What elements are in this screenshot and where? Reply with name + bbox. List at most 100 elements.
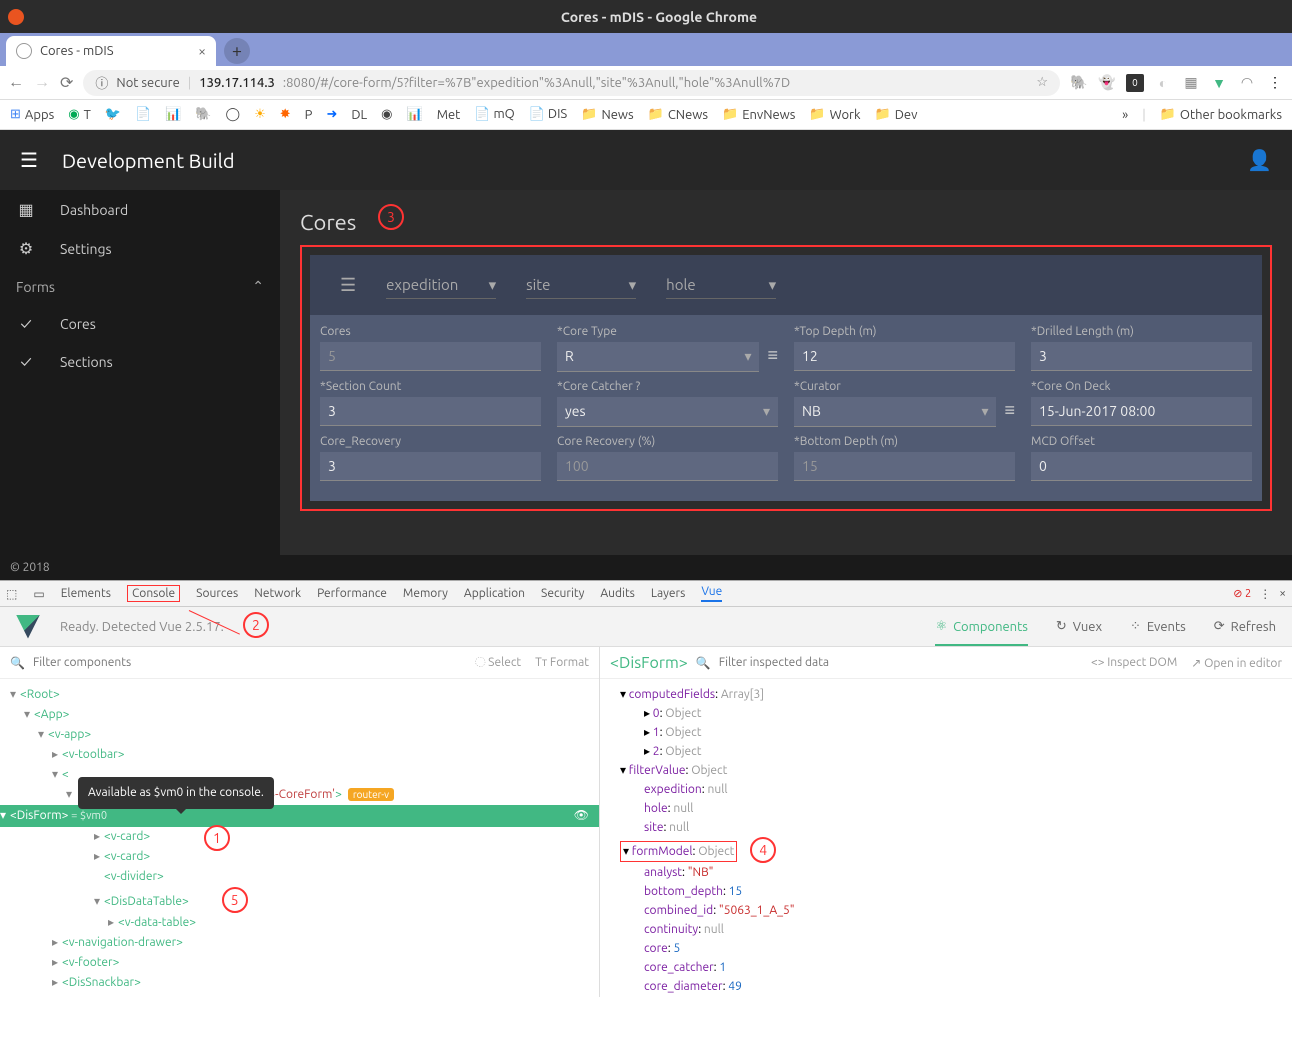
other-bookmarks[interactable]: 📁 Other bookmarks <box>1160 107 1282 122</box>
bookmark-item[interactable]: ◉ T <box>68 107 91 122</box>
sidebar-section-forms[interactable]: Forms ⌃ <box>0 268 280 305</box>
filter-hole[interactable]: hole▾ <box>666 272 776 299</box>
bookmark-item[interactable]: DL <box>351 108 367 122</box>
user-icon[interactable]: 👤 <box>1247 148 1272 172</box>
back-button[interactable]: ← <box>8 73 24 92</box>
bookmark-item[interactable]: P <box>305 108 313 122</box>
curator-select[interactable]: NB▾ <box>794 397 996 427</box>
tab-application[interactable]: Application <box>464 587 525 600</box>
annotation-4: 4 <box>750 837 776 863</box>
tab-close-icon[interactable]: × <box>198 43 206 59</box>
bookmark-item[interactable]: ☀ <box>254 107 266 122</box>
component-tree[interactable]: ▾<Root> ▾<App> ▾<v-app> ▸<v-toolbar> ▾< … <box>0 679 599 997</box>
section-count-input[interactable] <box>320 397 541 426</box>
inspect-icon[interactable]: ⬚ <box>6 587 17 601</box>
device-icon[interactable]: ▭ <box>33 587 44 601</box>
filter-icon[interactable]: ☰ <box>340 275 356 296</box>
devtools-menu-icon[interactable]: ⋮ <box>1259 587 1271 601</box>
reload-button[interactable]: ⟳ <box>60 73 73 92</box>
tab-elements[interactable]: Elements <box>61 587 111 600</box>
tab-sources[interactable]: Sources <box>196 587 238 600</box>
bookmark-item[interactable]: 📊 <box>165 107 181 122</box>
bookmark-item[interactable]: 🐦 <box>105 107 121 122</box>
sidebar-item-settings[interactable]: ⚙ Settings <box>0 229 280 268</box>
window-close-button[interactable] <box>8 9 24 25</box>
address-bar[interactable]: ⓘ Not secure | 139.17.114.3:8080/#/core-… <box>83 70 1060 96</box>
vue-tab-events[interactable]: ⁘Events <box>1130 619 1186 634</box>
tab-network[interactable]: Network <box>254 587 301 600</box>
menu-icon[interactable]: ⋮ <box>1266 74 1284 92</box>
select-button[interactable]: ◌ Select <box>475 656 521 669</box>
ext-icon[interactable]: 🐘 <box>1070 74 1088 92</box>
core-recovery-input[interactable] <box>320 452 541 481</box>
devtools-close-icon[interactable]: × <box>1279 587 1286 600</box>
bookmark-item[interactable]: ➜ <box>326 107 337 122</box>
ext-icon[interactable]: 0 <box>1126 74 1144 92</box>
top-depth-input[interactable] <box>794 342 1015 371</box>
bookmark-item[interactable]: ◯ <box>226 107 241 122</box>
sidebar-item-dashboard[interactable]: ▦ Dashboard <box>0 190 280 229</box>
menu-icon[interactable]: ☰ <box>20 148 38 172</box>
vue-tab-components[interactable]: ⚛Components <box>935 619 1027 646</box>
core-on-deck-input[interactable] <box>1031 397 1252 426</box>
mcd-offset-input[interactable] <box>1031 452 1252 481</box>
browser-tab[interactable]: Cores - mDIS × <box>6 36 216 66</box>
ext-icon[interactable]: ◐ <box>1154 74 1172 92</box>
new-tab-button[interactable]: + <box>224 38 250 64</box>
bookmark-item[interactable]: 🐘 <box>195 107 211 122</box>
list-icon[interactable]: ≡ <box>1004 400 1015 427</box>
tab-layers[interactable]: Layers <box>651 587 685 600</box>
bookmark-item[interactable]: ✸ <box>280 107 291 122</box>
bottom-depth-input[interactable] <box>794 452 1015 481</box>
error-count[interactable]: ⊘ 2 <box>1233 587 1251 600</box>
bookmark-item[interactable]: Met <box>437 108 461 122</box>
filter-data-input[interactable] <box>719 656 1083 669</box>
filter-site[interactable]: site▾ <box>526 272 636 299</box>
vue-tab-vuex[interactable]: ↻Vuex <box>1056 619 1102 634</box>
bookmark-folder[interactable]: 📁 CNews <box>648 107 708 122</box>
star-icon[interactable]: ☆ <box>1036 75 1048 90</box>
tab-vue[interactable]: Vue <box>701 585 722 602</box>
bookmark-item[interactable]: 📄 DIS <box>529 107 567 122</box>
info-icon[interactable]: ⓘ <box>95 73 108 92</box>
cores-input[interactable] <box>320 342 541 371</box>
check-icon: ✓ <box>16 353 36 371</box>
bookmark-item[interactable]: 📊 <box>407 107 423 122</box>
bookmark-overflow[interactable]: » <box>1122 108 1128 122</box>
list-icon[interactable]: ≡ <box>767 345 778 372</box>
tab-security[interactable]: Security <box>541 587 584 600</box>
bookmark-folder[interactable]: 📁 Dev <box>875 107 918 122</box>
open-editor-button[interactable]: ↗ Open in editor <box>1191 656 1282 670</box>
ext-icon[interactable]: ◠ <box>1238 74 1256 92</box>
drilled-length-input[interactable] <box>1031 342 1252 371</box>
ext-icon[interactable]: ▦ <box>1182 74 1200 92</box>
tab-console[interactable]: Console <box>127 585 180 602</box>
format-button[interactable]: Tт Format <box>535 656 589 669</box>
tab-memory[interactable]: Memory <box>403 587 448 600</box>
apps-button[interactable]: ⊞ Apps <box>10 107 54 122</box>
sidebar-item-sections[interactable]: ✓ Sections <box>0 343 280 381</box>
inspect-dom-button[interactable]: <> Inspect DOM <box>1091 656 1177 670</box>
component-data[interactable]: ▾ computedFields: Array[3] ▸ 0: Object ▸… <box>600 679 1292 997</box>
sidebar-item-cores[interactable]: ✓ Cores <box>0 305 280 343</box>
bookmark-item[interactable]: 📄 mQ <box>474 107 514 122</box>
vue-devtools-icon[interactable]: ▼ <box>1210 74 1228 92</box>
bookmark-folder[interactable]: 📁 EnvNews <box>722 107 795 122</box>
core-catcher-select[interactable]: yes▾ <box>557 397 778 427</box>
core-recovery-pct-input[interactable] <box>557 452 778 481</box>
tab-audits[interactable]: Audits <box>600 587 635 600</box>
filter-components-input[interactable] <box>33 656 467 669</box>
bookmark-item[interactable]: 📄 <box>135 107 151 122</box>
bookmark-folder[interactable]: 📁 Work <box>809 107 860 122</box>
tab-performance[interactable]: Performance <box>317 587 387 600</box>
core-type-select[interactable]: R▾ <box>557 342 759 372</box>
tab-favicon <box>16 43 32 59</box>
security-status: Not secure <box>116 76 179 90</box>
component-tree-panel: 🔍 ◌ Select Tт Format ▾<Root> ▾<App> ▾<v-… <box>0 647 600 997</box>
bookmark-folder[interactable]: 📁 News <box>581 107 633 122</box>
vue-tab-refresh[interactable]: ⟳Refresh <box>1214 619 1276 634</box>
filter-expedition[interactable]: expedition▾ <box>386 272 496 299</box>
bookmark-item[interactable]: ◉ <box>381 107 392 122</box>
ext-icon[interactable]: 👻 <box>1098 74 1116 92</box>
eye-icon[interactable]: 👁 <box>574 806 589 826</box>
